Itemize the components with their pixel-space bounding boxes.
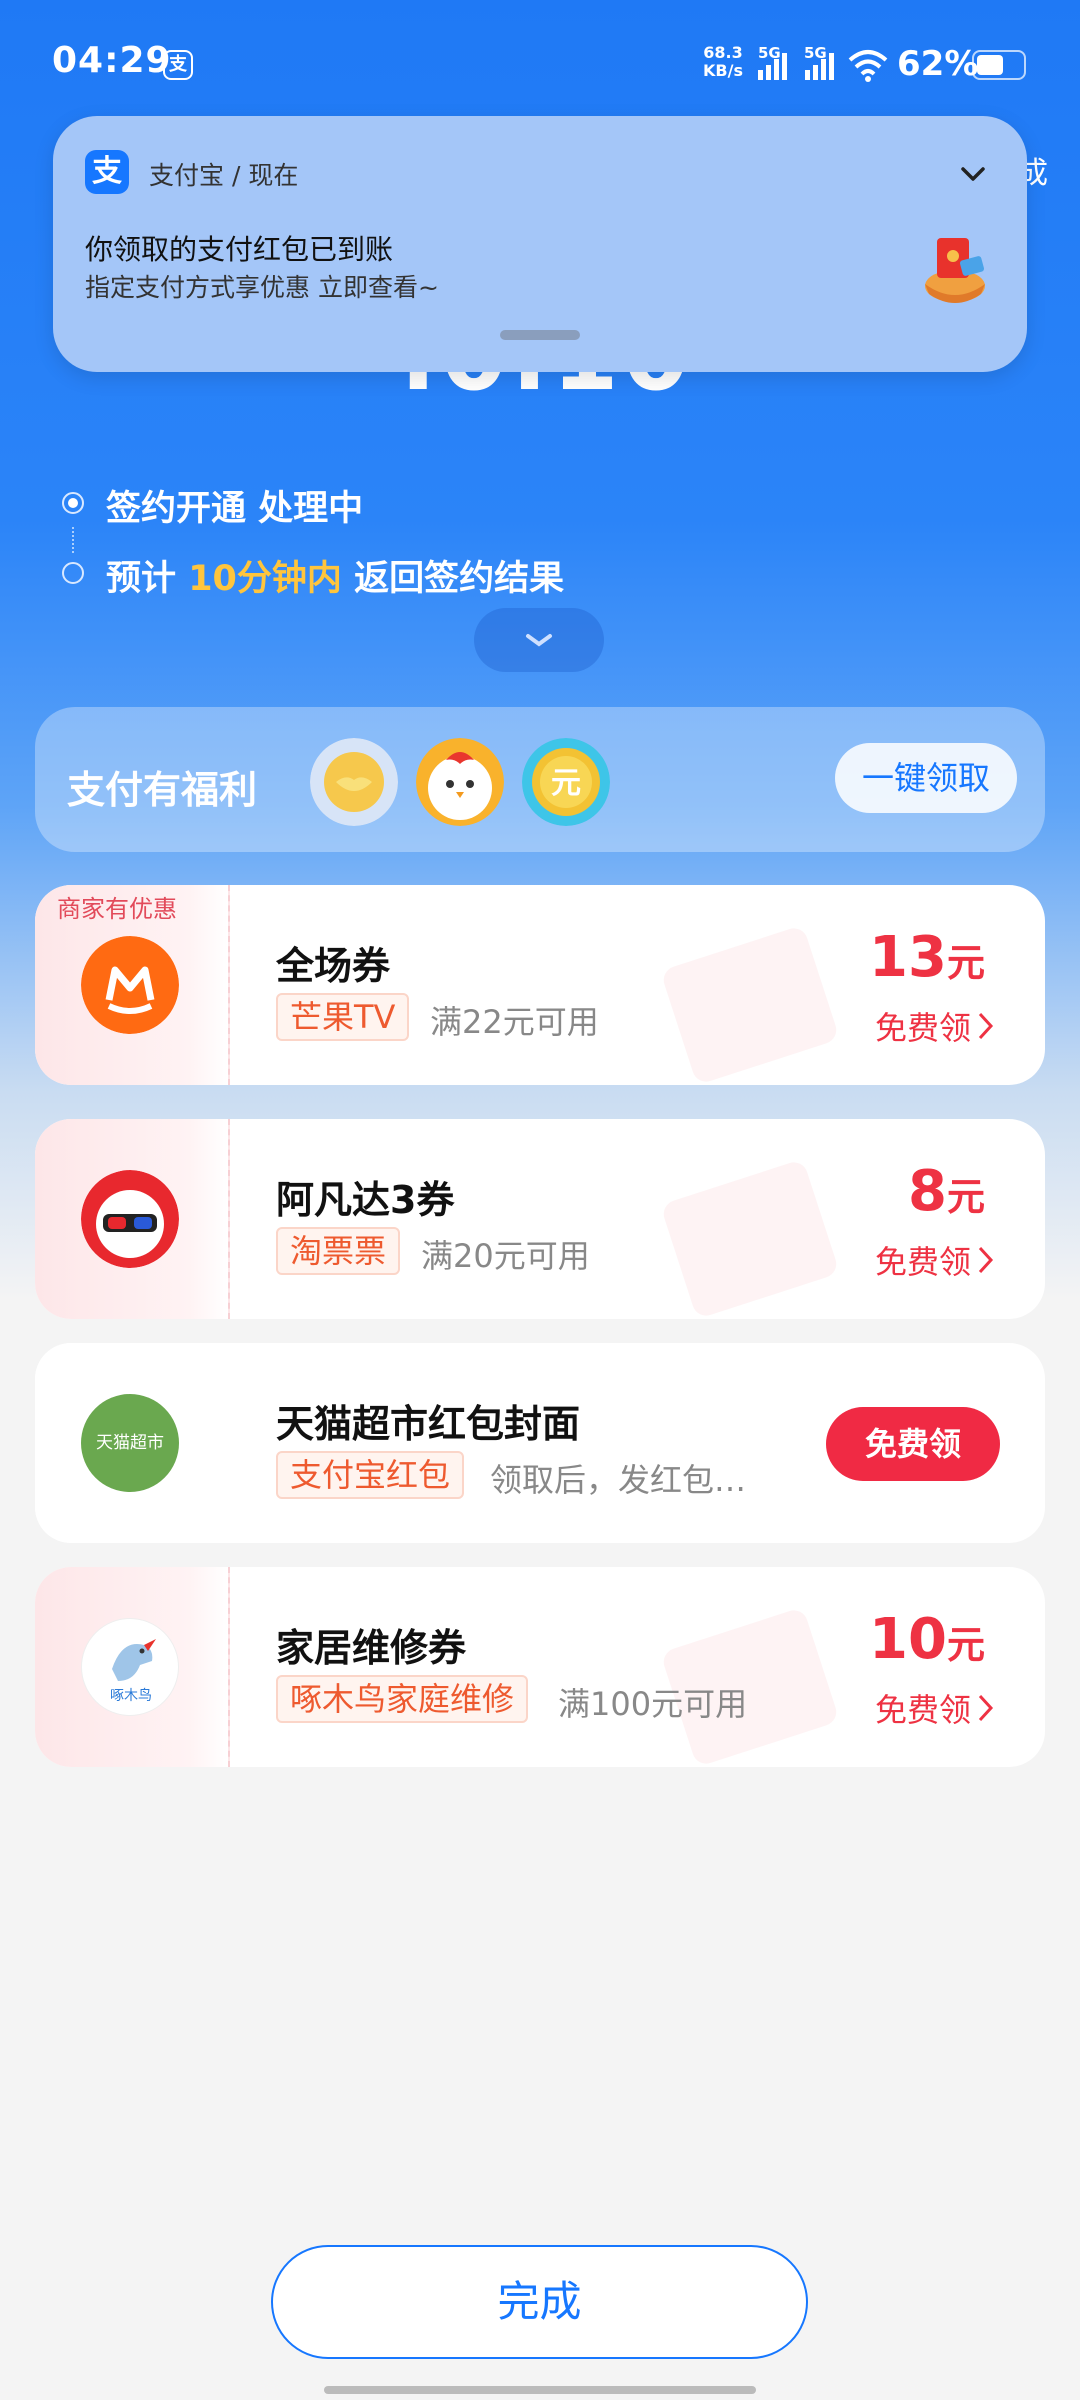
chevron-down-icon[interactable]: [953, 154, 993, 194]
gold-ingot-coin-icon: [310, 738, 398, 826]
coupon-merchant-tag: 芒果TV: [276, 993, 410, 1041]
network-speed: 68.3 KB/s: [700, 44, 746, 80]
claim-free-link[interactable]: 免费领: [875, 1685, 971, 1731]
notification-banner[interactable]: 支 支付宝 / 现在 你领取的支付红包已到账 指定支付方式享优惠 立即查看~: [53, 116, 1027, 372]
notification-title: 你领取的支付红包已到账: [85, 233, 394, 266]
step-time-highlight: 10分钟内: [188, 559, 342, 599]
coupon-title: 天猫超市红包封面: [276, 1402, 581, 1446]
battery-icon: [972, 50, 1026, 80]
coupon-card[interactable]: 商家有优惠 全场券 芒果TV 满22元可用 13元 免费领: [35, 885, 1045, 1085]
coupon-amount: 10元: [869, 1607, 985, 1672]
expand-button[interactable]: [474, 608, 604, 672]
merchant-offer-tag: 商家有优惠: [57, 895, 177, 923]
chevron-right-icon: [978, 1694, 994, 1722]
step-active-dot: [62, 492, 84, 514]
tmall-supermarket-logo-icon: 天猫超市: [81, 1394, 179, 1492]
coupon-title: 全场券: [276, 944, 391, 988]
coupon-title: 阿凡达3券: [276, 1178, 455, 1222]
coupon-condition: 满22元可用: [430, 1003, 599, 1041]
done-button[interactable]: 完成: [271, 2245, 808, 2359]
coupon-card[interactable]: 啄木鸟 家居维修券 啄木鸟家庭维修 满100元可用 10元 免费领: [35, 1567, 1045, 1767]
coupon-condition: 领取后，发红包…: [490, 1461, 747, 1499]
coupon-condition: 满100元可用: [558, 1685, 748, 1723]
notification-drag-handle[interactable]: [500, 330, 580, 340]
signal-icon-2: [805, 53, 834, 80]
notification-app-name: 支付宝 / 现在: [149, 161, 299, 190]
coupon-condition: 满20元可用: [421, 1237, 590, 1275]
network-speed-unit: KB/s: [703, 61, 743, 80]
coupon-title: 家居维修券: [276, 1626, 467, 1670]
coupon-amount: 13元: [869, 925, 985, 990]
step-connector: [72, 527, 74, 553]
coupon-card[interactable]: 天猫超市 天猫超市红包封面 支付宝红包 领取后，发红包… 免费领: [35, 1343, 1045, 1543]
benefit-title: 支付有福利: [67, 768, 258, 812]
alipay-status-icon: 支: [163, 50, 193, 80]
claim-all-button[interactable]: 一键领取: [835, 743, 1017, 813]
benefit-banner[interactable]: 支付有福利 元 一键领取: [35, 707, 1045, 852]
chevron-down-icon: [526, 634, 552, 647]
ticket-watermark: [660, 924, 840, 1085]
step-signing-status: 签约开通 处理中: [106, 489, 364, 529]
signal-icon: [758, 53, 787, 80]
battery-percent: 62%: [897, 44, 979, 84]
woodpecker-logo-text: 啄木鸟: [110, 1688, 152, 1704]
claim-free-button[interactable]: 免费领: [826, 1407, 1000, 1481]
chevron-right-icon: [978, 1012, 994, 1040]
coupon-merchant-tag: 支付宝红包: [276, 1451, 465, 1499]
alipay-app-icon: 支: [85, 150, 129, 194]
step-pending-dot: [62, 562, 84, 584]
chevron-right-icon: [978, 1246, 994, 1274]
notification-body: 指定支付方式享优惠 立即查看~: [85, 273, 439, 302]
ticket-watermark: [660, 1158, 840, 1319]
coupon-merchant-tag: 淘票票: [276, 1227, 401, 1275]
status-bar: 04:29 支 68.3 KB/s 5G 5G 62%: [0, 0, 1080, 130]
chick-mascot-icon: [416, 738, 504, 826]
taopiaopiao-logo-icon: [81, 1170, 179, 1268]
claim-free-link[interactable]: 免费领: [875, 1237, 971, 1283]
coupon-merchant-tag: 啄木鸟家庭维修: [276, 1675, 529, 1723]
coupon-card[interactable]: 阿凡达3券 淘票票 满20元可用 8元 免费领: [35, 1119, 1045, 1319]
mango-tv-logo-icon: [81, 936, 179, 1034]
network-speed-value: 68.3: [703, 43, 743, 62]
status-time: 04:29: [52, 40, 172, 81]
claim-free-link[interactable]: 免费领: [875, 1003, 971, 1049]
woodpecker-repair-logo-icon: 啄木鸟: [81, 1618, 179, 1716]
svg-text:元: 元: [551, 766, 581, 801]
red-packet-gift-icon: [925, 238, 985, 303]
wifi-icon: [848, 50, 888, 82]
step-expected-result: 预计 10分钟内 返回签约结果: [106, 559, 565, 599]
yuan-coin-icon: 元: [522, 738, 610, 826]
coupon-amount: 8元: [908, 1159, 985, 1224]
home-indicator[interactable]: [324, 2386, 756, 2394]
